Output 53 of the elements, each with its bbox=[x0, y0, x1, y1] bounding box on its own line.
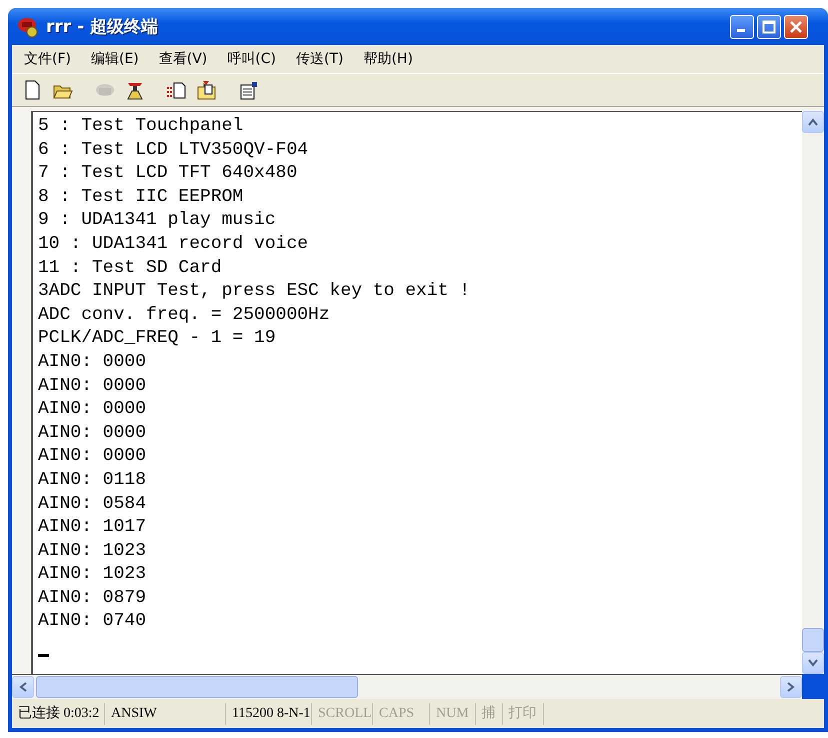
terminal-line: 3ADC INPUT Test, press ESC key to exit ! bbox=[38, 280, 470, 304]
maximize-icon bbox=[762, 20, 776, 34]
scrollbar-thumb[interactable] bbox=[802, 628, 824, 652]
menu-item[interactable]: 呼叫(C) bbox=[221, 48, 282, 70]
terminal-line: AIN0: 0879 bbox=[38, 586, 146, 610]
status-field: SCROLL bbox=[312, 702, 373, 724]
scroll-up-button[interactable] bbox=[802, 111, 824, 133]
window-title: rrr - 超级终端 bbox=[46, 16, 160, 38]
folder-icon[interactable] bbox=[196, 79, 218, 101]
menu-item[interactable]: 编辑(E) bbox=[84, 48, 145, 70]
menu-item[interactable]: 文件(F) bbox=[18, 48, 77, 70]
maximize-button[interactable] bbox=[757, 14, 781, 38]
terminal-line: AIN0: 0000 bbox=[38, 422, 146, 445]
close-button[interactable] bbox=[784, 14, 808, 38]
scroll-down-button[interactable] bbox=[802, 652, 824, 674]
terminal-line: 11 : Test SD Card bbox=[38, 256, 222, 280]
terminal-line: AIN0: 1017 bbox=[38, 516, 146, 540]
terminal-line: PCLK/ADC_FREQ - 1 = 19 bbox=[38, 327, 276, 350]
status-field: 打印 bbox=[502, 702, 544, 724]
terminal-line: 5 : Test Touchpanel bbox=[38, 115, 244, 138]
minimize-button[interactable] bbox=[730, 14, 754, 38]
minimize-icon bbox=[736, 29, 744, 32]
menu-item[interactable]: 查看(V) bbox=[152, 48, 214, 70]
terminal-line: AIN0: 0740 bbox=[38, 610, 146, 634]
status-field: 已连接 0:03:2 bbox=[12, 702, 105, 724]
properties-icon[interactable] bbox=[238, 79, 260, 101]
menu-item[interactable]: 传送(T) bbox=[290, 48, 350, 70]
terminal-line: AIN0: 1023 bbox=[38, 540, 146, 563]
terminal-app-icon bbox=[16, 16, 40, 38]
status-field: 捕 bbox=[476, 702, 503, 724]
close-icon bbox=[789, 20, 803, 34]
terminal-line: ADC conv. freq. = 2500000Hz bbox=[38, 304, 330, 327]
terminal-line: 9 : UDA1341 play music bbox=[38, 209, 276, 232]
terminal-line: 6 : Test LCD LTV350QV-F04 bbox=[38, 138, 308, 162]
status-field: 115200 8-N-1 bbox=[226, 702, 312, 724]
status-field: CAPS bbox=[373, 702, 430, 724]
terminal-line: 7 : Test LCD TFT 640x480 bbox=[38, 162, 298, 186]
text-cursor bbox=[38, 654, 49, 658]
terminal-line: 8 : Test IIC EEPROM bbox=[38, 186, 244, 209]
terminal-line: AIN0: 0000 bbox=[38, 374, 146, 398]
terminal-line: AIN0: 0000 bbox=[38, 398, 146, 422]
status-field: NUM bbox=[430, 702, 476, 724]
menu-item[interactable]: 帮助(H) bbox=[357, 48, 419, 70]
status-field: ANSIW bbox=[105, 702, 226, 724]
scroll-left-button[interactable] bbox=[12, 676, 34, 698]
scroll-right-button[interactable] bbox=[780, 676, 802, 698]
terminal-line: AIN0: 1023 bbox=[38, 563, 146, 586]
terminal-line: AIN0: 0000 bbox=[38, 350, 146, 374]
scrollbar-thumb[interactable] bbox=[36, 676, 358, 698]
terminal-line: 10 : UDA1341 record voice bbox=[38, 232, 308, 256]
terminal-line: AIN0: 0118 bbox=[38, 468, 146, 492]
terminal-line: AIN0: 0584 bbox=[38, 492, 146, 516]
terminal-line: AIN0: 0000 bbox=[38, 445, 146, 468]
